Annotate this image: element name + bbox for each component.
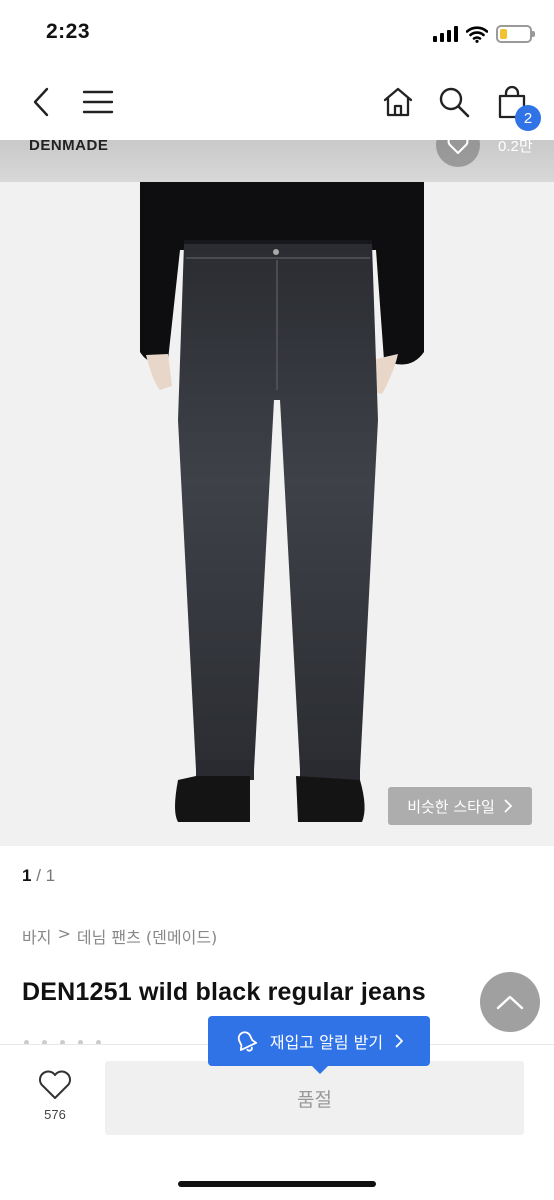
- current-page: 1: [22, 866, 32, 885]
- home-indicator: [178, 1181, 376, 1187]
- similar-style-button[interactable]: 비슷한 스타일: [388, 787, 532, 825]
- battery-level: [500, 29, 507, 39]
- status-time: 2:23: [46, 20, 91, 43]
- status-icons: [433, 22, 535, 46]
- back-icon: [33, 87, 49, 117]
- breadcrumb-category[interactable]: 바지: [22, 924, 51, 948]
- status-bar: 2:23: [0, 0, 554, 66]
- image-pager: 1 / 1: [22, 866, 55, 886]
- wifi-icon: [466, 25, 488, 43]
- battery-icon: [496, 25, 535, 43]
- search-icon: [439, 87, 470, 118]
- home-icon: [383, 87, 413, 117]
- chevron-right-icon: [504, 799, 512, 813]
- signal-icon: [433, 26, 458, 42]
- bell-icon: [237, 1031, 258, 1052]
- product-title: DEN1251 wild black regular jeans: [22, 978, 426, 1006]
- page-separator: /: [36, 866, 41, 885]
- heart-icon: [447, 140, 469, 154]
- menu-button[interactable]: [76, 80, 120, 124]
- product-photo: [140, 182, 424, 822]
- breadcrumb-separator: >: [57, 924, 71, 943]
- chevron-right-icon: [395, 1034, 404, 1048]
- restock-label: 재입고 알림 받기: [269, 1033, 384, 1052]
- cart-count-badge: 2: [515, 105, 541, 131]
- chevron-up-icon: [496, 995, 524, 1010]
- back-button[interactable]: [20, 80, 64, 124]
- total-pages: 1: [45, 866, 56, 885]
- cart-button[interactable]: 2: [490, 80, 541, 131]
- similar-style-label: 비슷한 스타일: [407, 797, 495, 816]
- menu-icon: [82, 90, 114, 114]
- like-count: 0.2만: [498, 140, 533, 155]
- restock-alert-button[interactable]: 재입고 알림 받기: [208, 1016, 430, 1074]
- wishlist-button[interactable]: 576: [30, 1069, 80, 1122]
- wish-count: 576: [44, 1107, 66, 1122]
- search-button[interactable]: [432, 80, 476, 124]
- bottom-action-bar: 576 품절: [0, 1044, 554, 1200]
- heart-outline-icon: [39, 1070, 71, 1099]
- home-button[interactable]: [376, 80, 420, 124]
- scroll-top-button[interactable]: [480, 972, 540, 1032]
- breadcrumb: 바지 > 데님 팬츠 (덴메이드): [22, 924, 217, 948]
- brand-logo: DENMADE: [29, 140, 109, 154]
- product-image[interactable]: DENMADE 0.2만 비슷한 스타일: [0, 140, 554, 846]
- breadcrumb-subcategory[interactable]: 데님 팬츠 (덴메이드): [77, 924, 217, 948]
- top-nav: 2: [0, 66, 554, 140]
